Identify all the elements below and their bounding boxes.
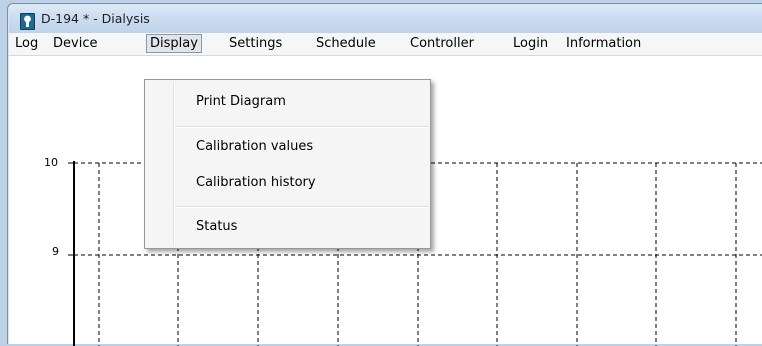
menu-item-calibration-history[interactable]: Calibration history	[196, 175, 316, 190]
title-bar[interactable]: D-194 * - Dialysis	[9, 5, 762, 33]
display-dropdown-menu: Print Diagram Calibration values Calibra…	[144, 79, 431, 249]
menu-display[interactable]: Display	[146, 34, 202, 53]
menu-login[interactable]: Login	[509, 34, 552, 53]
menu-item-calibration-values[interactable]: Calibration values	[196, 139, 313, 154]
app-icon	[20, 13, 35, 30]
menu-separator	[175, 206, 428, 208]
menu-icon-gutter	[173, 82, 175, 246]
menu-information[interactable]: Information	[562, 34, 645, 53]
menu-log[interactable]: Log	[11, 34, 42, 53]
menu-item-print-diagram[interactable]: Print Diagram	[196, 94, 286, 109]
menu-settings[interactable]: Settings	[225, 34, 286, 53]
menu-device[interactable]: Device	[49, 34, 101, 53]
menu-controller[interactable]: Controller	[406, 34, 478, 53]
menu-schedule[interactable]: Schedule	[312, 34, 380, 53]
y-tick-label-10: 10	[44, 156, 58, 169]
y-tick-label-9: 9	[52, 245, 59, 258]
window-title: D-194 * - Dialysis	[41, 11, 150, 26]
menu-item-status[interactable]: Status	[196, 219, 237, 234]
menu-separator	[175, 126, 428, 128]
menu-bar: Log Device Display Settings Schedule Con…	[9, 33, 762, 56]
